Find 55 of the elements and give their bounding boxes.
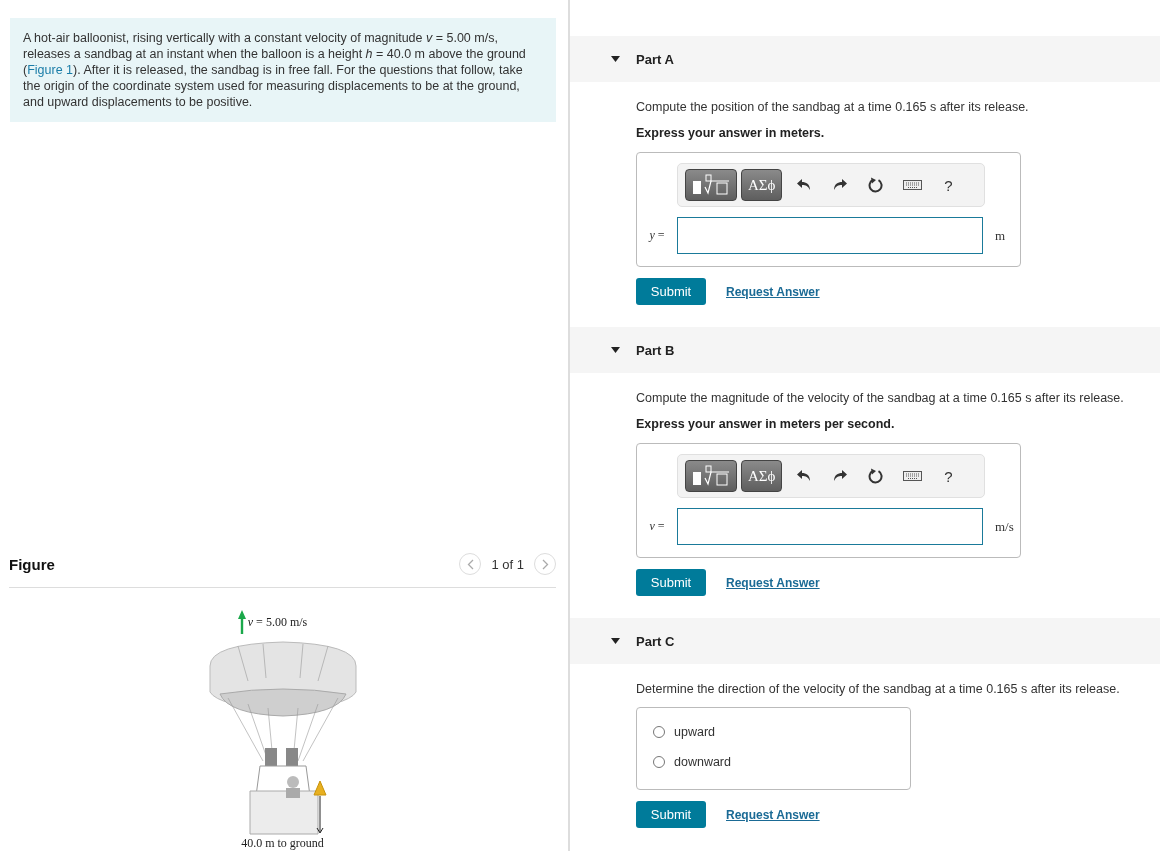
question-text: Determine the direction of the velocity of the sandbag at a time 0.165 s after its release. (636, 682, 1121, 696)
help-button[interactable]: ? (930, 169, 967, 201)
variable-label: v = (648, 519, 666, 534)
part-header[interactable]: Part B (570, 327, 1160, 373)
request-answer-link[interactable]: Request Answer (726, 284, 820, 299)
answer-input[interactable] (677, 217, 983, 254)
fraction-root-icon (692, 174, 730, 196)
velocity-arrow-icon (237, 610, 246, 634)
part-title: Part B (636, 342, 675, 358)
submit-button[interactable]: Submit (636, 278, 706, 305)
figure-title: Figure (9, 555, 56, 573)
question-text: Compute the position of the sandbag at a time 0.165 s after its release. (636, 100, 1030, 114)
radio-button[interactable] (653, 756, 665, 768)
option-label[interactable]: upward (674, 725, 715, 739)
part-title: Part A (636, 51, 674, 67)
reset-icon (868, 177, 885, 193)
expanded-triangle-icon[interactable] (611, 638, 620, 644)
answer-input[interactable] (677, 508, 983, 545)
question-text: Compute the magnitude of the velocity of the sandbag at a time 0.165 s after its release. (636, 391, 1125, 405)
velocity-label: v = 5.00 m/s (247, 614, 308, 630)
part-title: Part C (636, 633, 675, 649)
chevron-right-icon (541, 558, 549, 570)
help-button[interactable]: ? (930, 460, 967, 492)
option-label[interactable]: downward (674, 755, 731, 769)
part-header[interactable]: Part C (570, 618, 1160, 664)
symbols-button[interactable]: ΑΣϕ (741, 460, 783, 492)
page-counter: 1 of 1 (491, 556, 524, 572)
submit-button[interactable]: Submit (636, 801, 706, 828)
radio-button[interactable] (653, 726, 665, 738)
templates-button[interactable] (685, 460, 737, 492)
keyboard-icon (902, 180, 922, 190)
redo-icon (833, 470, 848, 482)
height-label: 40.0 m to ground (241, 836, 324, 851)
undo-icon (797, 470, 812, 482)
figure-link[interactable]: Figure 1 (27, 63, 74, 77)
part-header[interactable]: Part A (570, 36, 1160, 82)
expanded-triangle-icon[interactable] (611, 56, 620, 62)
redo-icon (833, 179, 848, 191)
expanded-triangle-icon[interactable] (611, 347, 620, 353)
unit-label: m (995, 227, 1006, 244)
request-answer-link[interactable]: Request Answer (726, 575, 820, 590)
instruction-text: Express your answer in meters. (636, 126, 826, 140)
keyboard-icon (902, 471, 922, 481)
submit-button[interactable]: Submit (636, 569, 706, 596)
undo-icon (797, 179, 812, 191)
templates-button[interactable] (685, 169, 737, 201)
problem-statement: A hot-air balloonist, rising vertically with a constant velocity of magnitude v = 5.00 m/s, releases a sandbag at an instant when the balloon is a height h = 40.0 m above the ground (Figure 1). After it is released, the sandbag is in free fall. For the questions that follow, take the origin of the coordinate system used for measuring displacements to be at the ground, and upward displacements to be positive. (23, 30, 527, 110)
instruction-text: Express your answer in meters per second. (636, 417, 896, 431)
chevron-left-icon (466, 558, 474, 570)
variable-label: y = (647, 228, 666, 243)
request-answer-link[interactable]: Request Answer (726, 807, 820, 822)
unit-label: m/s (995, 518, 1014, 535)
symbols-button[interactable]: ΑΣϕ (741, 169, 783, 201)
fraction-root-icon (692, 465, 730, 487)
reset-icon (868, 468, 885, 484)
